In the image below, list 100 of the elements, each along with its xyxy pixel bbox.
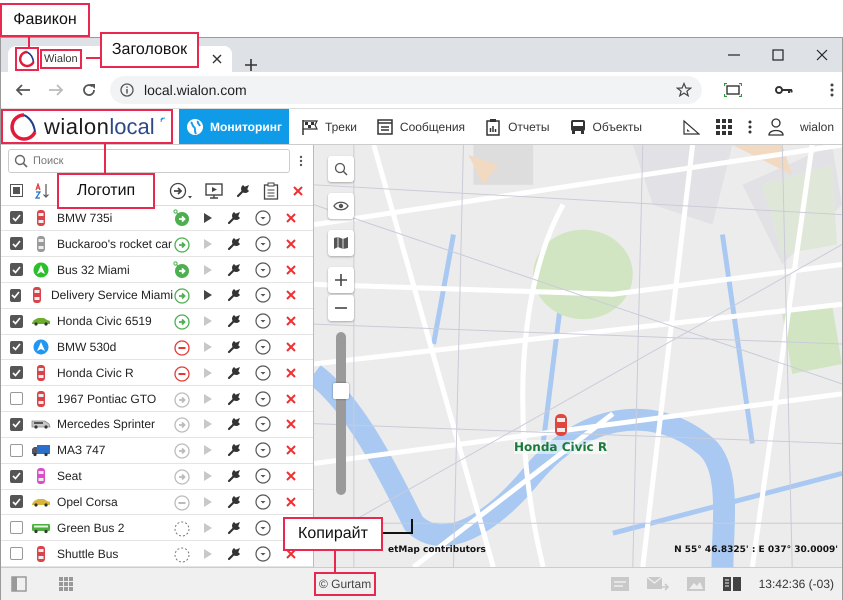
unit-name[interactable]: Shuttle Bus — [57, 546, 173, 561]
menu-icon[interactable] — [830, 83, 834, 97]
dropdown-circle-icon[interactable] — [255, 416, 271, 432]
star-icon[interactable] — [676, 82, 692, 98]
checkbox[interactable] — [10, 392, 23, 406]
dropdown-circle-icon[interactable] — [255, 210, 271, 226]
zoom-slider[interactable] — [336, 332, 346, 495]
delete-icon[interactable] — [284, 210, 298, 225]
back-arrow-icon[interactable] — [15, 82, 31, 98]
checkbox[interactable] — [10, 366, 23, 380]
dropdown-circle-icon[interactable] — [255, 313, 271, 330]
unit-name[interactable]: Opel Corsa — [57, 494, 173, 509]
unit-name[interactable]: Honda Civic R — [57, 366, 173, 380]
unit-name[interactable]: Green Bus 2 — [57, 520, 173, 535]
dropdown-circle-icon[interactable] — [255, 468, 271, 484]
search-field[interactable]: Поиск — [8, 148, 290, 173]
monitor-play-icon[interactable] — [205, 182, 223, 200]
wrench-icon[interactable] — [226, 364, 242, 381]
delete-icon[interactable] — [284, 366, 298, 380]
wrench-icon[interactable] — [226, 262, 242, 278]
ruler-triangle-icon[interactable] — [682, 118, 700, 134]
dropdown-circle-icon[interactable] — [255, 494, 271, 510]
checkbox[interactable] — [10, 418, 23, 431]
delete-icon[interactable] — [284, 262, 298, 277]
wrench-icon[interactable] — [226, 546, 242, 562]
nav-tab[interactable]: Объекты — [562, 109, 650, 144]
wrench-icon[interactable] — [226, 468, 242, 484]
unit-name[interactable]: Delivery Service Miami — [50, 288, 173, 302]
unit-name[interactable]: Seat — [57, 469, 173, 484]
delete-icon[interactable] — [284, 236, 298, 251]
menu-icon[interactable] — [748, 120, 752, 134]
dropdown-circle-icon[interactable] — [255, 364, 271, 381]
play-icon[interactable] — [203, 289, 213, 302]
unit-name[interactable]: BMW 530d — [57, 340, 173, 354]
delete-icon[interactable] — [284, 392, 298, 406]
visibility-button[interactable] — [328, 193, 354, 219]
maximize-icon[interactable] — [772, 49, 784, 61]
close-icon[interactable] — [212, 54, 222, 64]
delete-icon[interactable] — [284, 469, 298, 484]
sort-icon[interactable] — [35, 182, 51, 199]
wrench-icon[interactable] — [226, 287, 242, 304]
checkbox[interactable] — [10, 211, 23, 224]
delete-icon[interactable] — [291, 184, 305, 198]
dropdown-circle-icon[interactable] — [255, 520, 271, 536]
apps-grid-icon[interactable] — [716, 118, 732, 134]
dropdown-circle-icon[interactable] — [255, 262, 271, 278]
unit-name[interactable]: МАЗ 747 — [57, 443, 173, 458]
unit-name[interactable]: Bus 32 Miami — [57, 262, 173, 277]
checkbox[interactable] — [10, 495, 23, 508]
wrench-icon[interactable] — [226, 494, 242, 510]
zoom-in-button[interactable] — [328, 267, 354, 293]
panel-toggle-icon[interactable] — [11, 576, 27, 592]
wialon-local-logo[interactable]: wialonlocal — [1, 109, 173, 144]
wrench-icon[interactable] — [226, 313, 242, 330]
checkbox[interactable] — [10, 521, 23, 534]
user-name-link[interactable]: wialon — [800, 120, 834, 134]
play-icon[interactable] — [203, 212, 213, 224]
key-icon[interactable] — [775, 85, 793, 95]
reload-icon[interactable] — [81, 82, 97, 98]
wrench-icon[interactable] — [235, 182, 251, 199]
checkbox[interactable] — [10, 288, 22, 302]
search-button[interactable] — [328, 156, 354, 182]
dropdown-circle-icon[interactable] — [255, 442, 271, 458]
new-tab-icon[interactable] — [244, 58, 258, 72]
unit-name[interactable]: Buckaroo's rocket car — [57, 236, 173, 251]
dropdown-circle-icon[interactable] — [255, 546, 271, 562]
select-all-checkbox-icon[interactable] — [10, 184, 23, 198]
columns-icon[interactable] — [722, 577, 741, 591]
wrench-icon[interactable] — [226, 416, 242, 432]
unit-name[interactable]: BMW 735i — [57, 210, 173, 225]
dropdown-circle-icon[interactable] — [255, 390, 271, 407]
nav-tab[interactable]: Треки — [294, 109, 364, 144]
delete-icon[interactable] — [284, 417, 298, 432]
screenshot-icon[interactable] — [724, 83, 742, 97]
user-icon[interactable] — [768, 118, 784, 136]
checkbox[interactable] — [10, 263, 23, 276]
movement-filter-icon[interactable] — [169, 182, 193, 200]
checkbox[interactable] — [10, 340, 23, 354]
dropdown-circle-icon[interactable] — [255, 236, 271, 252]
dropdown-circle-icon[interactable] — [255, 287, 271, 304]
address-field[interactable]: local.wialon.com — [110, 76, 702, 104]
close-icon[interactable] — [816, 49, 828, 61]
nav-tab[interactable]: Сообщения — [368, 109, 472, 144]
checkbox[interactable] — [10, 237, 23, 250]
delete-icon[interactable] — [284, 340, 298, 354]
menu-icon[interactable] — [299, 154, 303, 167]
unit-name[interactable]: Mercedes Sprinter — [57, 417, 173, 432]
wrench-icon[interactable] — [226, 520, 242, 536]
unit-name[interactable]: 1967 Pontiac GTO — [57, 392, 173, 406]
delete-icon[interactable] — [284, 494, 298, 509]
wrench-icon[interactable] — [226, 236, 242, 252]
delete-icon[interactable] — [284, 288, 298, 302]
checkbox[interactable] — [10, 470, 23, 483]
wrench-icon[interactable] — [226, 442, 242, 458]
wrench-icon[interactable] — [226, 390, 242, 407]
delete-icon[interactable] — [284, 443, 298, 458]
checkbox[interactable] — [10, 444, 23, 457]
clipboard-icon[interactable] — [263, 182, 279, 200]
dropdown-circle-icon[interactable] — [255, 339, 271, 356]
checkbox[interactable] — [10, 547, 23, 560]
